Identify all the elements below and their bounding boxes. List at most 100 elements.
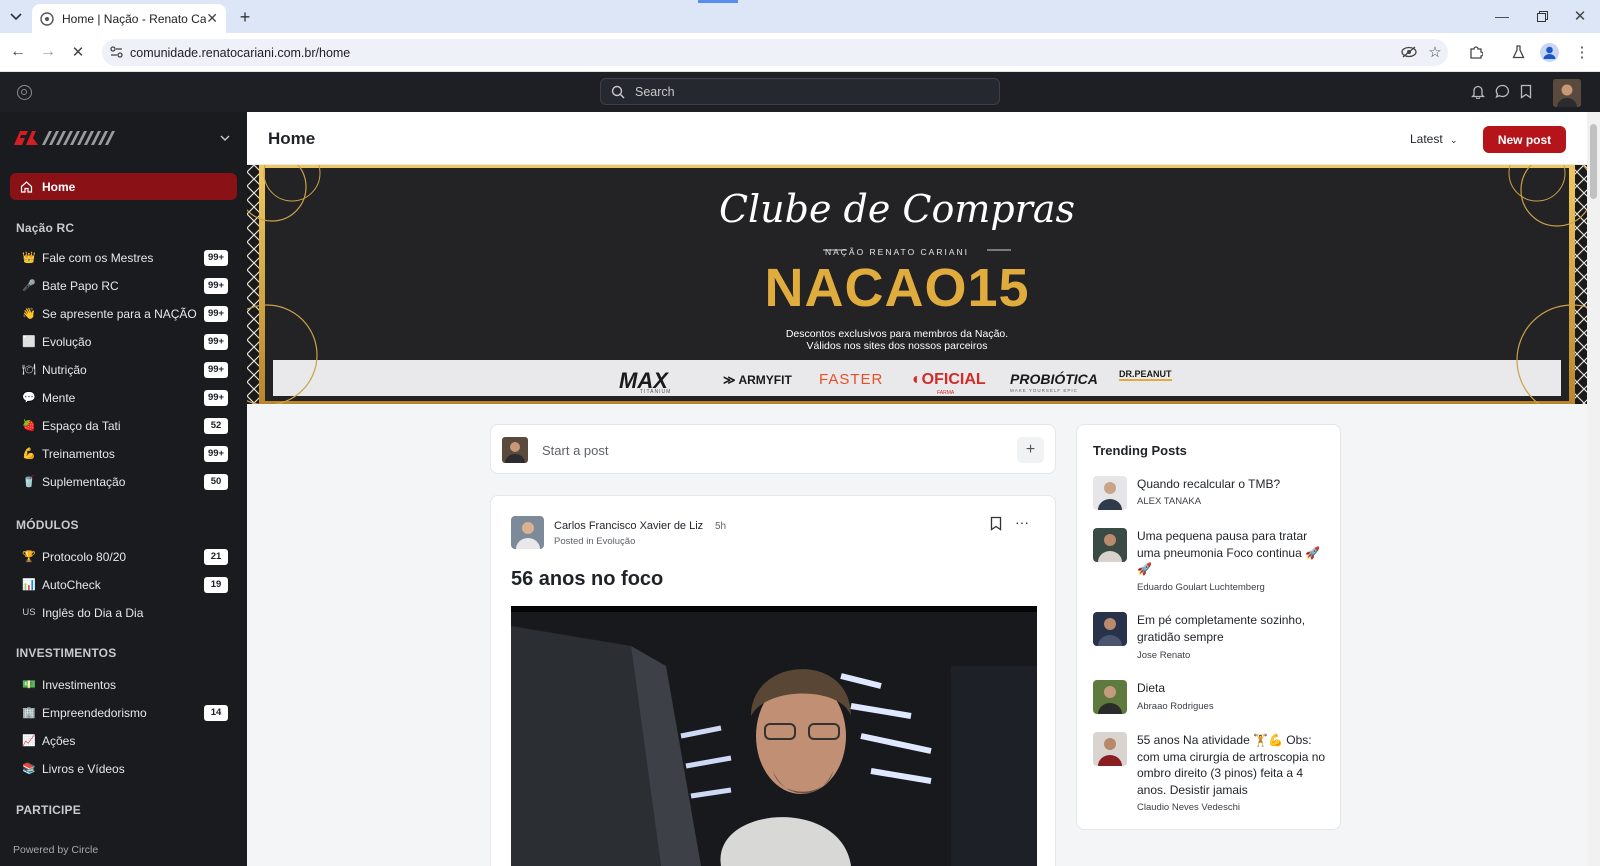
trending-post-author[interactable]: Eduardo Goulart Luchtemberg (1137, 582, 1265, 593)
section-heading-nacao-rc[interactable]: Nação RC (16, 221, 74, 235)
trending-post-author[interactable]: ALEX TANAKA (1137, 496, 1201, 507)
post-options-ellipsis-icon[interactable]: ··· (1015, 514, 1029, 530)
post-author-avatar[interactable] (511, 516, 544, 549)
search-icon (611, 85, 625, 99)
sidebar-item-label: Livros e Vídeos (42, 761, 125, 776)
site-settings-icon[interactable] (108, 44, 124, 60)
posted-in-label: Posted in (554, 536, 594, 547)
trending-post-title[interactable]: Em pé completamente sozinho, gratidão se… (1137, 612, 1333, 645)
unread-badge: 14 (204, 705, 228, 721)
oficial-emblem-icon: ◐ (912, 371, 922, 388)
unread-badge: 99+ (204, 334, 228, 350)
sidebar-item-mente[interactable]: 💬 Mente 99+ (10, 384, 237, 411)
sidebar-item-label: Ações (42, 733, 76, 748)
scrollbar-thumb[interactable] (1590, 124, 1597, 199)
trending-post-title[interactable]: Quando recalcular o TMB? (1137, 476, 1333, 493)
powered-by-circle[interactable]: Powered by Circle (13, 844, 98, 856)
browser-menu-icon[interactable]: ⋮ (1575, 43, 1590, 61)
sidebar-item-livros-e-videos[interactable]: 📚 Livros e Vídeos (10, 755, 237, 782)
section-heading-participe[interactable]: PARTICIPE (16, 803, 81, 817)
sidebar-item-empreendedorismo[interactable]: 🏢 Empreendedorismo 14 (10, 699, 237, 726)
page-scrollbar[interactable] (1587, 112, 1600, 866)
notifications-bell-icon[interactable] (1471, 84, 1485, 99)
chevron-down-icon: ⌄ (1450, 135, 1458, 145)
eye-slash-icon[interactable] (1400, 44, 1418, 60)
tab-close-icon[interactable]: ✕ (206, 10, 218, 27)
trending-avatar[interactable] (1093, 732, 1127, 766)
unread-badge: 99+ (204, 390, 228, 406)
trending-heading: Trending Posts (1093, 443, 1187, 458)
unread-badge: 19 (204, 577, 228, 593)
sidebar-item-acoes[interactable]: 📈 Ações (10, 727, 237, 754)
tab-loading-indicator (698, 0, 738, 3)
minimize-icon[interactable]: — (1492, 6, 1512, 26)
sidebar-item-nutricao[interactable]: 🍽 Nutrição 99+ (10, 356, 237, 383)
stop-loading-icon[interactable]: ✕ (68, 42, 88, 62)
bookmark-star-icon[interactable]: ☆ (1426, 43, 1444, 61)
post-space-link[interactable]: Evolução (596, 536, 635, 547)
labs-flask-icon[interactable] (1509, 43, 1527, 61)
trending-avatar[interactable] (1093, 476, 1127, 510)
trending-post-author[interactable]: Abraao Rodrigues (1137, 701, 1214, 712)
unread-badge: 99+ (204, 362, 228, 378)
sidebar-item-se-apresente[interactable]: 👋 Se apresente para a NAÇÃO 99+ (10, 300, 237, 327)
address-bar[interactable]: comunidade.renatocariani.com.br/home (102, 39, 1448, 66)
sidebar-item-label: Investimentos (42, 677, 117, 692)
section-heading-investimentos[interactable]: INVESTIMENTOS (16, 646, 116, 660)
composer-avatar (502, 437, 528, 463)
circle-home-icon[interactable] (17, 85, 32, 100)
sidebar-item-investimentos[interactable]: 💵 Investimentos (10, 671, 237, 698)
post-author-name[interactable]: Carlos Francisco Xavier de Liz (554, 520, 703, 532)
sidebar-item-espaco-da-tati[interactable]: 🍓 Espaço da Tati 52 (10, 412, 237, 439)
close-window-icon[interactable]: ✕ (1570, 6, 1590, 26)
messages-icon[interactable] (1495, 84, 1510, 99)
new-post-button[interactable]: New post (1483, 126, 1566, 153)
trending-avatar[interactable] (1093, 680, 1127, 714)
sidebar-item-bate-papo-rc[interactable]: 🎤 Bate Papo RC 99+ (10, 272, 237, 299)
tab-search-chevron-icon[interactable] (6, 8, 26, 26)
trending-post-title[interactable]: 55 anos Na atividade 🏋💪 Obs: com uma cir… (1137, 732, 1333, 798)
trending-avatar[interactable] (1093, 528, 1127, 562)
community-logo[interactable] (14, 130, 126, 146)
trending-post-author[interactable]: Claudio Neves Vedeschi (1137, 802, 1240, 813)
composer-placeholder[interactable]: Start a post (542, 443, 608, 458)
promo-banner[interactable]: Clube de Compras NAÇÃO RENATO CARIANI NA… (247, 165, 1587, 404)
search-box[interactable]: Search (600, 78, 1000, 105)
browser-tab-active[interactable]: Home | Nação - Renato Cariani ✕ (32, 4, 226, 33)
brand-armyfit-logo: ≫ ARMYFIT (723, 373, 792, 387)
section-heading-modulos[interactable]: MÓDULOS (16, 518, 79, 532)
sidebar-item-home[interactable]: Home (10, 173, 237, 200)
trending-post-title[interactable]: Uma pequena pausa para tratar uma pneumo… (1137, 528, 1333, 578)
back-icon[interactable]: ← (8, 42, 28, 62)
url-text: comunidade.renatocariani.com.br/home (130, 45, 351, 60)
post-title[interactable]: 56 anos no foco (511, 568, 663, 591)
sidebar-item-treinamentos[interactable]: 💪 Treinamentos 99+ (10, 440, 237, 467)
sidebar-item-ingles-do-dia-a-dia[interactable]: US Inglês do Dia a Dia (10, 599, 237, 626)
extensions-icon[interactable] (1467, 43, 1485, 61)
brand-probiotica-logo: PROBIÓTICA (1010, 371, 1098, 387)
community-switcher-chevron-icon[interactable] (220, 135, 230, 141)
post-image[interactable] (511, 606, 1037, 866)
bookmark-post-icon[interactable] (990, 516, 1002, 531)
brand-probiotica-tagline: MAKE YOURSELF EPIC (1010, 388, 1078, 393)
trending-post-title[interactable]: Dieta (1137, 680, 1333, 697)
trending-post-author[interactable]: Jose Renato (1137, 650, 1190, 661)
sidebar-item-evolucao[interactable]: ⬜ Evolução 99+ (10, 328, 237, 355)
banner-coupon-code: NACAO15 (764, 258, 1030, 318)
bookmarks-icon[interactable] (1520, 84, 1532, 99)
add-attachment-plus-icon[interactable]: + (1017, 437, 1044, 463)
sort-dropdown[interactable]: Latest ⌄ (1410, 132, 1458, 146)
sidebar-item-fale-com-os-mestres[interactable]: 👑 Fale com os Mestres 99+ (10, 244, 237, 271)
new-tab-icon[interactable]: + (236, 7, 254, 27)
forward-icon[interactable]: → (38, 42, 58, 62)
restore-icon[interactable] (1532, 6, 1552, 26)
trending-avatar[interactable] (1093, 612, 1127, 646)
sidebar-item-autocheck[interactable]: 📊 AutoCheck 19 (10, 571, 237, 598)
page-title: Home (268, 129, 316, 148)
profile-avatar-icon[interactable] (1540, 43, 1559, 62)
tab-title: Home | Nação - Renato Cariani (62, 11, 207, 26)
sidebar-item-suplementacao[interactable]: 🥤 Suplementação 50 (10, 468, 237, 495)
sidebar-item-protocolo-80-20[interactable]: 🏆 Protocolo 80/20 21 (10, 543, 237, 570)
crown-icon: 👑 (22, 252, 36, 264)
user-avatar[interactable] (1553, 79, 1581, 107)
